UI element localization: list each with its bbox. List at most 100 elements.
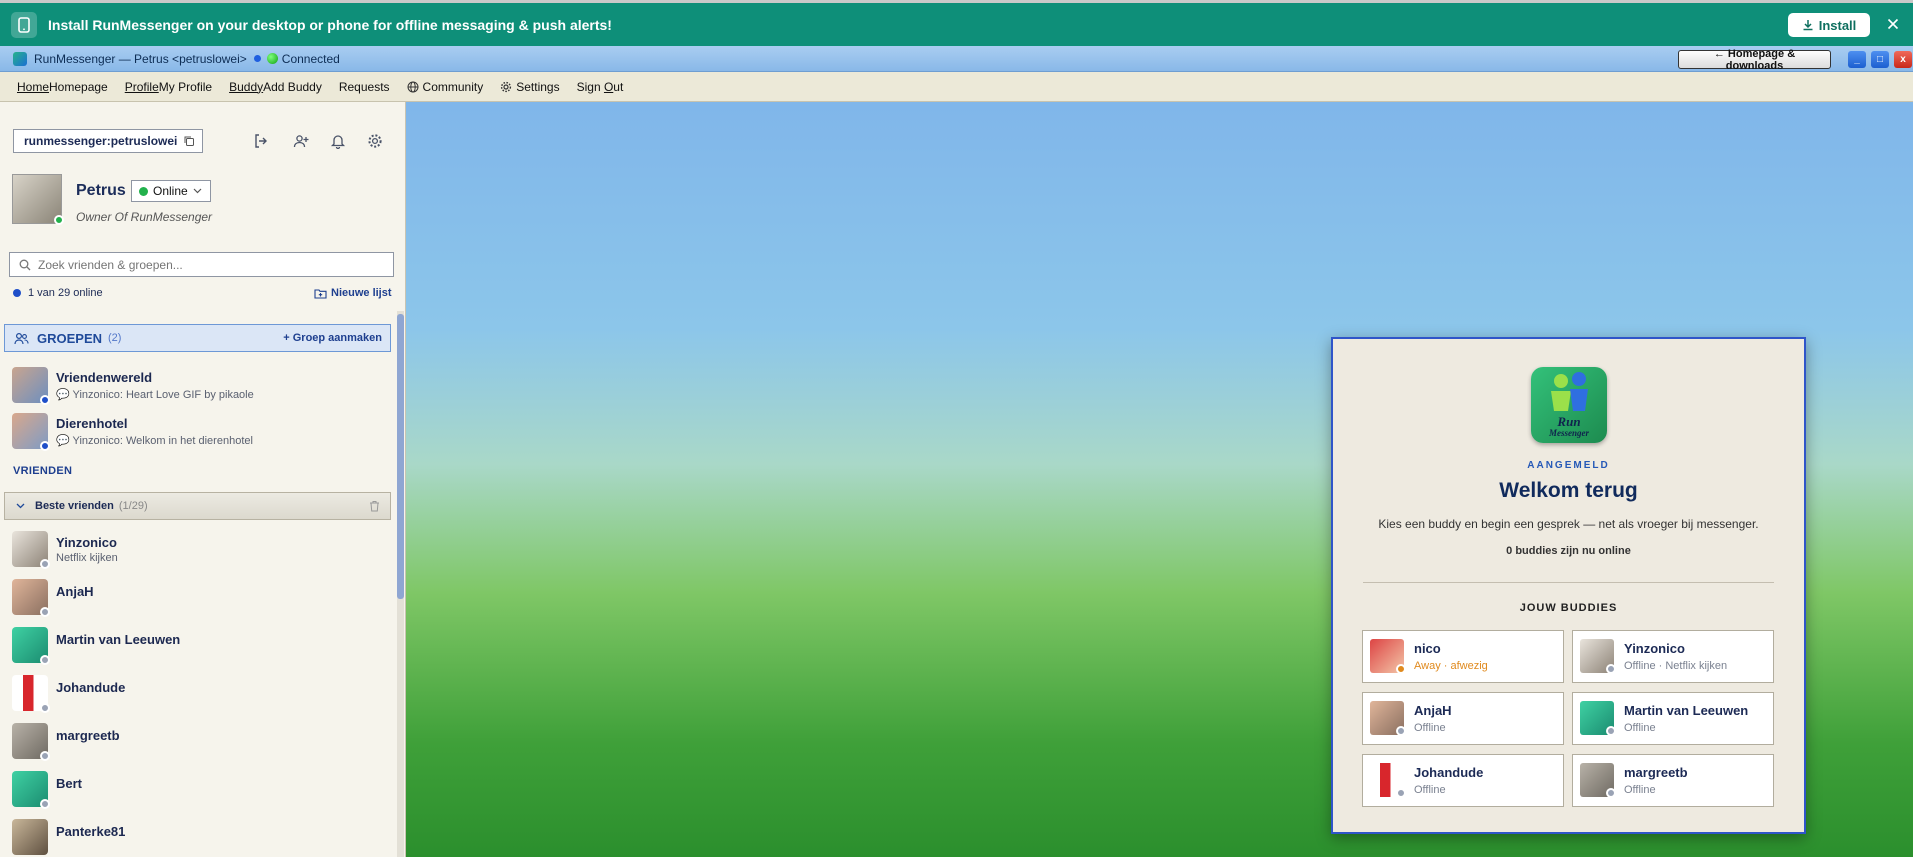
copy-icon[interactable] (183, 135, 195, 147)
connection-status: Connected (281, 51, 340, 66)
sidebar: runmessenger:petruslowei Petrus Online O… (0, 102, 406, 857)
maximize-button[interactable]: □ (1871, 51, 1889, 68)
groups-header[interactable]: GROEPEN (2) + Groep aanmaken (4, 324, 391, 352)
group-row[interactable]: Vriendenwereld 💬 Yinzonico: Heart Love G… (0, 362, 400, 408)
connected-icon (266, 53, 278, 64)
buddy-card[interactable]: Yinzonico Offline · Netflix kijken (1572, 630, 1774, 683)
profile-name: Petrus (76, 182, 126, 199)
menu-signout-pre: Sign (576, 79, 604, 94)
menu-signout[interactable]: Sign Out (577, 80, 624, 94)
homepage-downloads-button[interactable]: ← Homepage & downloads (1678, 48, 1831, 72)
welcome-title: Welkom terug (1499, 479, 1638, 502)
status-dropdown[interactable]: Online (131, 180, 211, 202)
main-area: Run Messenger AANGEMELD Welkom terug Kie… (406, 102, 1913, 857)
folder-plus-icon (314, 288, 327, 299)
away-status-dot (1396, 664, 1406, 674)
buddy-name: nico (1414, 641, 1441, 656)
sidebar-scrollbar-thumb[interactable] (397, 314, 404, 599)
menu-profile[interactable]: ProfileMy Profile (125, 80, 212, 94)
settings-gear-icon[interactable] (364, 130, 386, 152)
app-icon (13, 51, 27, 66)
groups-title: GROEPEN (37, 330, 103, 346)
friend-name: Bert (56, 776, 83, 791)
buddy-status: Offline · Netflix kijken (1624, 660, 1728, 672)
buddy-list-header[interactable]: Beste vrienden (1/29) (4, 492, 391, 520)
buddy-card[interactable]: Martin van Leeuwen Offline (1572, 692, 1774, 745)
buddy-card[interactable]: nico Away · afwezig (1362, 630, 1564, 683)
buddy-name: AnjaH (1414, 703, 1452, 718)
divider (1363, 582, 1774, 583)
menubar: HomeHomepage ProfileMy Profile BuddyAdd … (0, 72, 1913, 102)
friend-row[interactable]: margreetb (0, 719, 400, 765)
menu-profile-label: My Profile (158, 79, 213, 94)
menu-community[interactable]: Community (407, 80, 483, 94)
close-window-button[interactable]: x (1894, 51, 1912, 68)
new-list-label: Nieuwe lijst (331, 287, 392, 299)
menu-requests[interactable]: Requests (339, 80, 390, 94)
menu-settings[interactable]: Settings (500, 79, 560, 94)
install-button[interactable]: Install (1788, 13, 1870, 37)
friend-row[interactable]: AnjaH (0, 575, 400, 621)
buddy-status: Offline (1624, 784, 1656, 796)
buddy-status: Away · afwezig (1414, 660, 1488, 672)
buddy-name: Yinzonico (1624, 641, 1685, 656)
buddy-card[interactable]: margreetb Offline (1572, 754, 1774, 807)
new-list-button[interactable]: Nieuwe lijst (314, 287, 392, 299)
create-group-link[interactable]: + Groep aanmaken (283, 332, 382, 344)
logo-text-run: Run (1557, 414, 1581, 429)
install-label: Install (1818, 17, 1857, 33)
offline-status-dot (40, 607, 50, 617)
group-last-message: 💬 Yinzonico: Welkom in het dierenhotel (56, 435, 253, 447)
menu-home-label: Homepage (49, 79, 108, 94)
search-box (9, 252, 394, 277)
welcome-card: Run Messenger AANGEMELD Welkom terug Kie… (1331, 337, 1806, 834)
trash-icon[interactable] (369, 500, 380, 512)
offline-status-dot (1396, 726, 1406, 736)
buddy-status: Offline (1624, 722, 1656, 734)
friend-avatar (12, 819, 48, 855)
friend-name: Panterke81 (56, 824, 126, 839)
friend-row[interactable]: Bert (0, 767, 400, 813)
friends-section-label: VRIENDEN (13, 465, 73, 477)
your-buddies-title: JOUW BUDDIES (1519, 602, 1618, 614)
offline-status-dot (1396, 788, 1406, 798)
banner-close-icon[interactable] (1884, 15, 1902, 33)
friend-row[interactable]: Yinzonico Netflix kijken (0, 527, 400, 573)
offline-status-dot (40, 703, 50, 713)
buddy-name: Johandude (1414, 765, 1484, 780)
menu-settings-label: Settings (516, 79, 560, 94)
user-id-field[interactable]: runmessenger:petruslowei (13, 129, 203, 153)
bell-icon[interactable] (327, 130, 349, 152)
friend-name: AnjaH (56, 584, 94, 599)
search-input[interactable] (36, 256, 376, 273)
menu-buddy-label: Add Buddy (263, 79, 322, 94)
group-last-message: 💬 Yinzonico: Heart Love GIF by pikaole (56, 389, 254, 401)
group-row[interactable]: Dierenhotel 💬 Yinzonico: Welkom in het d… (0, 408, 400, 454)
offline-status-dot (1606, 788, 1616, 798)
buddy-status: Offline (1414, 722, 1446, 734)
banner-text: Install RunMessenger on your desktop or … (48, 16, 612, 33)
signed-in-label: AANGEMELD (1527, 460, 1610, 471)
status-value: Online (153, 184, 188, 198)
gear-icon (501, 81, 512, 92)
phone-icon (11, 11, 37, 38)
online-indicator-icon (13, 289, 21, 297)
window-titlebar: RunMessenger — Petrus <petruslowei> Conn… (0, 46, 1913, 72)
menu-buddy[interactable]: BuddyAdd Buddy (229, 80, 322, 94)
separator-dot-icon (253, 55, 261, 62)
minimize-button[interactable]: _ (1848, 51, 1866, 68)
group-name: Vriendenwereld (56, 370, 153, 385)
add-buddy-icon[interactable] (290, 130, 312, 152)
globe-icon (407, 81, 419, 92)
friend-row[interactable]: Martin van Leeuwen (0, 623, 400, 669)
offline-status-dot (40, 655, 50, 665)
runmessenger-logo: Run Messenger (1531, 367, 1607, 443)
friend-row[interactable]: Johandude (0, 671, 400, 717)
buddy-card[interactable]: Johandude Offline (1362, 754, 1564, 807)
menu-home[interactable]: HomeHomepage (17, 80, 108, 94)
group-name: Dierenhotel (56, 416, 128, 431)
buddy-card[interactable]: AnjaH Offline (1362, 692, 1564, 745)
friend-row[interactable]: Panterke81 (0, 815, 400, 857)
logout-icon[interactable] (250, 130, 272, 152)
buddies-online-count: 0 buddies zijn nu online (1506, 545, 1631, 557)
